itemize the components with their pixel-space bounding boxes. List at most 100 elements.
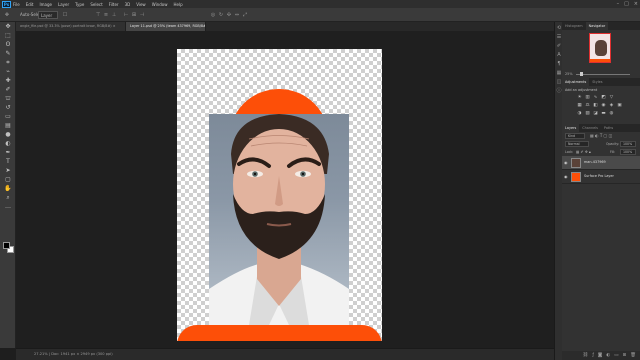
- move-tool-icon[interactable]: ✥: [4, 12, 10, 18]
- align-left-icon[interactable]: ⊢: [123, 12, 129, 18]
- levels-icon[interactable]: ▥: [585, 95, 590, 100]
- fill-input[interactable]: 100%: [620, 149, 636, 155]
- shape-tool-icon[interactable]: ▢: [3, 176, 13, 184]
- lock-icons[interactable]: ▦ ✐ ✥ 🔒︎: [576, 148, 591, 156]
- menu-file[interactable]: File: [13, 2, 20, 7]
- dodge-tool-icon[interactable]: ◐: [3, 140, 13, 148]
- minimize-icon[interactable]: –: [617, 1, 620, 7]
- crop-tool-icon[interactable]: ⌗: [3, 59, 13, 67]
- selective-color-icon[interactable]: ◍: [609, 111, 614, 116]
- tab-adjustments[interactable]: Adjustments: [562, 78, 590, 86]
- threshold-icon[interactable]: ◪: [593, 111, 598, 116]
- close-icon[interactable]: ×: [634, 1, 638, 7]
- 3d-scale-icon[interactable]: ⤢: [242, 12, 248, 18]
- brush-tool-icon[interactable]: ✐: [3, 86, 13, 94]
- menu-edit[interactable]: Edit: [26, 2, 34, 7]
- eye-icon[interactable]: ◉: [564, 174, 569, 179]
- tab-navigator[interactable]: Navigator: [585, 22, 609, 30]
- photo-filter-icon[interactable]: ◉: [601, 103, 606, 108]
- align-right-icon[interactable]: ⊣: [139, 12, 145, 18]
- pen-tool-icon[interactable]: ✒: [3, 149, 13, 157]
- color-lookup-icon[interactable]: ▣: [617, 103, 622, 108]
- path-select-tool-icon[interactable]: ➤: [3, 167, 13, 175]
- 3d-mode-icon[interactable]: ◎: [210, 12, 216, 18]
- vibrance-icon[interactable]: ▽: [609, 95, 614, 100]
- tab-channels[interactable]: Channels: [579, 124, 601, 132]
- invert-icon[interactable]: ◑: [577, 111, 582, 116]
- clone-stamp-tool-icon[interactable]: ⛫: [3, 95, 13, 103]
- move-tool-icon[interactable]: ✥: [3, 23, 13, 31]
- eraser-tool-icon[interactable]: ▭: [3, 113, 13, 121]
- menu-filter[interactable]: Filter: [109, 2, 119, 7]
- mask-icon[interactable]: ◙: [598, 353, 602, 358]
- zoom-slider[interactable]: [576, 74, 630, 75]
- group-icon[interactable]: ▭: [614, 353, 618, 358]
- channel-mixer-icon[interactable]: ◈: [609, 103, 614, 108]
- gradient-map-icon[interactable]: ▬: [601, 111, 606, 116]
- posterize-icon[interactable]: ▨: [585, 111, 590, 116]
- gradient-tool-icon[interactable]: ▤: [3, 122, 13, 130]
- document-canvas[interactable]: [177, 49, 382, 341]
- new-layer-icon[interactable]: ⊞: [623, 353, 627, 358]
- tab-styles[interactable]: Styles: [589, 78, 605, 86]
- filter-icons[interactable]: ▦ ◐ T ▢ ◫: [590, 132, 612, 140]
- menu-image[interactable]: Image: [39, 2, 52, 7]
- zoom-tool-icon[interactable]: ⌕: [3, 194, 13, 202]
- blend-mode-dropdown[interactable]: Normal: [565, 141, 589, 147]
- menu-window[interactable]: Window: [152, 2, 168, 7]
- zoom-slider-handle[interactable]: [580, 72, 583, 76]
- tab-layers[interactable]: Layers: [562, 124, 580, 132]
- type-tool-icon[interactable]: T: [3, 158, 13, 166]
- layer-row[interactable]: ◉ man-437969: [562, 156, 640, 170]
- more-tools-icon[interactable]: …: [3, 203, 13, 211]
- layer-thumbnail: [571, 158, 581, 168]
- align-top-icon[interactable]: ⊤: [95, 12, 101, 18]
- navigator-zoom-row: 25%: [562, 70, 640, 78]
- menu-3d[interactable]: 3D: [125, 2, 131, 7]
- menu-select[interactable]: Select: [90, 2, 102, 7]
- color-balance-icon[interactable]: ⚖: [585, 103, 590, 108]
- link-layers-icon[interactable]: ⛓: [583, 353, 589, 358]
- curves-icon[interactable]: ∿: [593, 95, 598, 100]
- eyedropper-tool-icon[interactable]: ⌁: [3, 68, 13, 76]
- trash-icon[interactable]: 🗑︎: [630, 353, 636, 358]
- maximize-icon[interactable]: □: [624, 1, 629, 7]
- align-center-icon[interactable]: ⊞: [131, 12, 137, 18]
- eye-icon[interactable]: ◉: [564, 160, 569, 165]
- lasso-tool-icon[interactable]: ʘ: [3, 41, 13, 49]
- 3d-slide-icon[interactable]: ⇔: [234, 12, 240, 18]
- layer-row[interactable]: ◉ Surface Pro Layer: [562, 170, 640, 184]
- foreground-color-swatch[interactable]: [3, 242, 10, 249]
- history-brush-tool-icon[interactable]: ↺: [3, 104, 13, 112]
- adjustment-layer-icon[interactable]: ◐: [606, 353, 610, 358]
- menu-layer[interactable]: Layer: [58, 2, 69, 7]
- align-middle-icon[interactable]: ≡: [103, 12, 109, 18]
- fx-icon[interactable]: ƒ: [592, 353, 594, 358]
- menu-help[interactable]: Help: [173, 2, 182, 7]
- checkbox-icon[interactable]: ☐: [62, 12, 68, 18]
- hue-saturation-icon[interactable]: ▦: [577, 103, 582, 108]
- 3d-pan-icon[interactable]: ✣: [226, 12, 232, 18]
- layer-kind-filter[interactable]: Kind: [565, 133, 585, 139]
- align-bottom-icon[interactable]: ⊥: [111, 12, 117, 18]
- 3d-rotate-icon[interactable]: ↻: [218, 12, 224, 18]
- opacity-input[interactable]: 100%: [620, 141, 636, 147]
- brightness-icon[interactable]: ☀: [577, 95, 582, 100]
- auto-select-dropdown[interactable]: Layer: [38, 11, 58, 19]
- navigator-thumbnail[interactable]: [589, 33, 611, 63]
- tab-document-1[interactable]: angle_file.psd @ 33.3% (pose) portrait b…: [16, 22, 126, 31]
- tab-document-2[interactable]: Layer 11.psd @ 25% (team 437969, RGB/8#)…: [126, 22, 206, 31]
- tab-paths[interactable]: Paths: [601, 124, 616, 132]
- canvas-area[interactable]: [16, 31, 554, 348]
- healing-tool-icon[interactable]: ✚: [3, 77, 13, 85]
- quick-select-tool-icon[interactable]: ✎: [3, 50, 13, 58]
- hand-tool-icon[interactable]: ✋: [3, 185, 13, 193]
- tab-histogram[interactable]: Histogram: [562, 22, 586, 30]
- navigator-preview[interactable]: [562, 30, 640, 70]
- marquee-tool-icon[interactable]: ⬚: [3, 32, 13, 40]
- blur-tool-icon[interactable]: ●: [3, 131, 13, 139]
- menu-type[interactable]: Type: [75, 2, 84, 7]
- black-white-icon[interactable]: ◧: [593, 103, 598, 108]
- exposure-icon[interactable]: ◩: [601, 95, 606, 100]
- menu-view[interactable]: View: [136, 2, 146, 7]
